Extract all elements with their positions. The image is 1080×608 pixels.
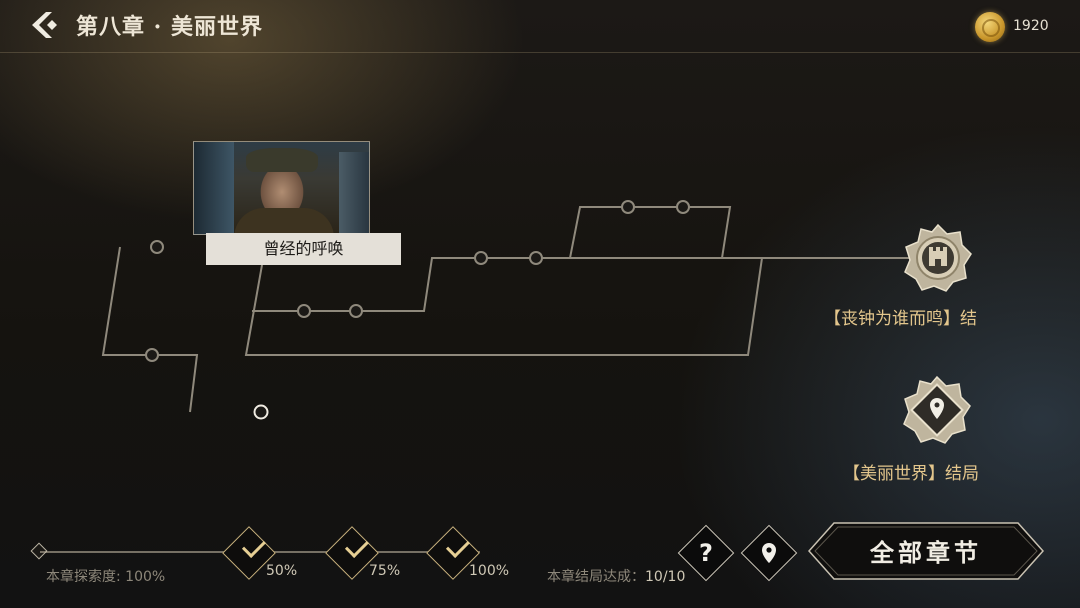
endings-status: 本章结局达成：10/10 — [547, 566, 685, 586]
route-node — [297, 304, 311, 318]
current-route-node — [253, 404, 269, 420]
route-node — [621, 200, 635, 214]
story-node-label[interactable]: 曾经的呼唤 — [206, 233, 401, 265]
fortress-emblem-icon — [904, 223, 972, 292]
route-node — [676, 200, 690, 214]
route-line — [244, 257, 764, 356]
route-node — [145, 348, 159, 362]
route-node — [150, 240, 164, 254]
route-line — [569, 206, 732, 259]
endings-label: 本章结局达成： — [547, 569, 645, 585]
story-node-thumbnail[interactable] — [193, 141, 370, 235]
route-line — [101, 246, 199, 413]
exploration-status: 本章探索度: 100% — [46, 566, 165, 586]
milestone-percent: 50% — [266, 563, 298, 579]
exploration-value: 100% — [125, 569, 166, 585]
ending-label-beautiful-world[interactable]: 【美丽世界】结局 — [843, 459, 1001, 484]
endings-value: 10/10 — [645, 569, 686, 585]
route-node — [529, 251, 543, 265]
exploration-label: 本章探索度: — [46, 569, 121, 585]
location-pin-emblem-icon — [903, 375, 971, 444]
ending-label-bell[interactable]: 【丧钟为谁而鸣】结 — [824, 304, 996, 329]
milestone-percent: 75% — [369, 563, 401, 579]
route-node — [349, 304, 363, 318]
location-pin-icon — [762, 543, 776, 563]
question-mark-icon: ? — [699, 539, 713, 567]
milestone-percent: 100% — [469, 563, 510, 579]
route-node — [474, 251, 488, 265]
all-chapters-label: 全部章节 — [870, 538, 982, 567]
